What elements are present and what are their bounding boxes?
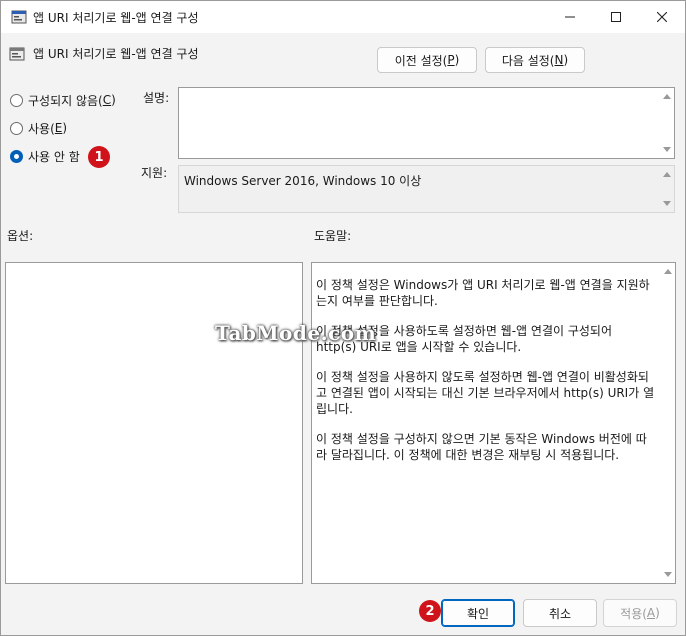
- setting-title: 앱 URI 처리기로 웹-앱 연결 구성: [33, 47, 199, 61]
- help-scrollbar[interactable]: [661, 263, 675, 583]
- previous-setting-label: 이전 설정(: [394, 53, 448, 68]
- next-setting-label: 다음 설정(: [501, 53, 555, 68]
- supported-scrollbar[interactable]: [660, 166, 674, 212]
- scroll-up-icon[interactable]: [664, 269, 672, 274]
- close-button[interactable]: [639, 1, 685, 33]
- radio-circle: [10, 121, 23, 135]
- minimize-icon: [565, 16, 575, 18]
- next-setting-accesskey: N: [554, 53, 564, 67]
- options-label: 옵션:: [7, 229, 34, 243]
- maximize-button[interactable]: [593, 1, 639, 33]
- comment-scrollbar[interactable]: [660, 88, 674, 158]
- radio-not-configured-label: 구성되지 않음(: [28, 93, 103, 108]
- radio-disabled[interactable]: 사용 안 함: [10, 147, 80, 165]
- scroll-down-icon[interactable]: [664, 572, 672, 577]
- policy-setting-icon: [9, 47, 25, 61]
- minimize-button[interactable]: [547, 1, 593, 33]
- radio-circle-selected: [10, 149, 23, 163]
- comment-label: 설명:: [143, 91, 170, 105]
- help-paragraph: 이 정책 설정을 구성하지 않으면 기본 동작은 Windows 버전에 따라 …: [316, 432, 647, 462]
- help-paragraph: 이 정책 설정은 Windows가 앱 URI 처리기로 웹-앱 연결을 지원하…: [316, 278, 650, 308]
- radio-not-configured[interactable]: 구성되지 않음(C): [10, 91, 116, 109]
- radio-enabled-label: 사용(: [28, 121, 55, 136]
- radio-circle: [10, 93, 23, 107]
- help-label: 도움말:: [314, 229, 352, 243]
- previous-setting-accesskey: P: [447, 53, 455, 67]
- supported-on-box: Windows Server 2016, Windows 10 이상: [178, 165, 675, 213]
- help-paragraph: 이 정책 설정을 사용하지 않도록 설정하면 웹-앱 연결이 비활성화되고 연결…: [316, 370, 655, 416]
- apply-label: 적용(: [620, 606, 647, 621]
- policy-icon: [11, 10, 27, 24]
- supported-label: 지원:: [141, 166, 168, 180]
- maximize-icon: [611, 12, 621, 22]
- watermark: TabMode.com: [215, 321, 377, 345]
- help-text: 이 정책 설정은 Windows가 앱 URI 처리기로 웹-앱 연결을 지원하…: [316, 277, 656, 477]
- step-badge-1: 1: [88, 146, 110, 168]
- radio-enabled[interactable]: 사용(E): [10, 119, 67, 137]
- step-badge-2: 2: [419, 600, 441, 622]
- help-pane: 이 정책 설정은 Windows가 앱 URI 처리기로 웹-앱 연결을 지원하…: [311, 262, 676, 584]
- ok-button[interactable]: 확인: [441, 599, 515, 627]
- policy-dialog-window: 앱 URI 처리기로 웹-앱 연결 구성 앱 URI 처리기로 웹-앱 연결 구…: [0, 0, 686, 636]
- comment-textarea[interactable]: [178, 87, 675, 159]
- apply-accesskey: A: [646, 606, 656, 620]
- cancel-button[interactable]: 취소: [523, 599, 597, 627]
- scroll-up-icon[interactable]: [663, 172, 671, 177]
- window-title: 앱 URI 처리기로 웹-앱 연결 구성: [33, 11, 199, 25]
- radio-disabled-label: 사용 안 함: [28, 149, 80, 164]
- title-bar: 앱 URI 처리기로 웹-앱 연결 구성: [1, 1, 685, 33]
- scroll-down-icon[interactable]: [663, 201, 671, 206]
- previous-setting-button[interactable]: 이전 설정(P): [377, 47, 477, 73]
- close-icon: [657, 12, 667, 22]
- scroll-up-icon[interactable]: [663, 94, 671, 99]
- next-setting-button[interactable]: 다음 설정(N): [485, 47, 585, 73]
- scroll-down-icon[interactable]: [663, 147, 671, 152]
- apply-button[interactable]: 적용(A): [603, 599, 677, 627]
- supported-on-text: Windows Server 2016, Windows 10 이상: [184, 174, 422, 188]
- options-pane: [5, 262, 303, 584]
